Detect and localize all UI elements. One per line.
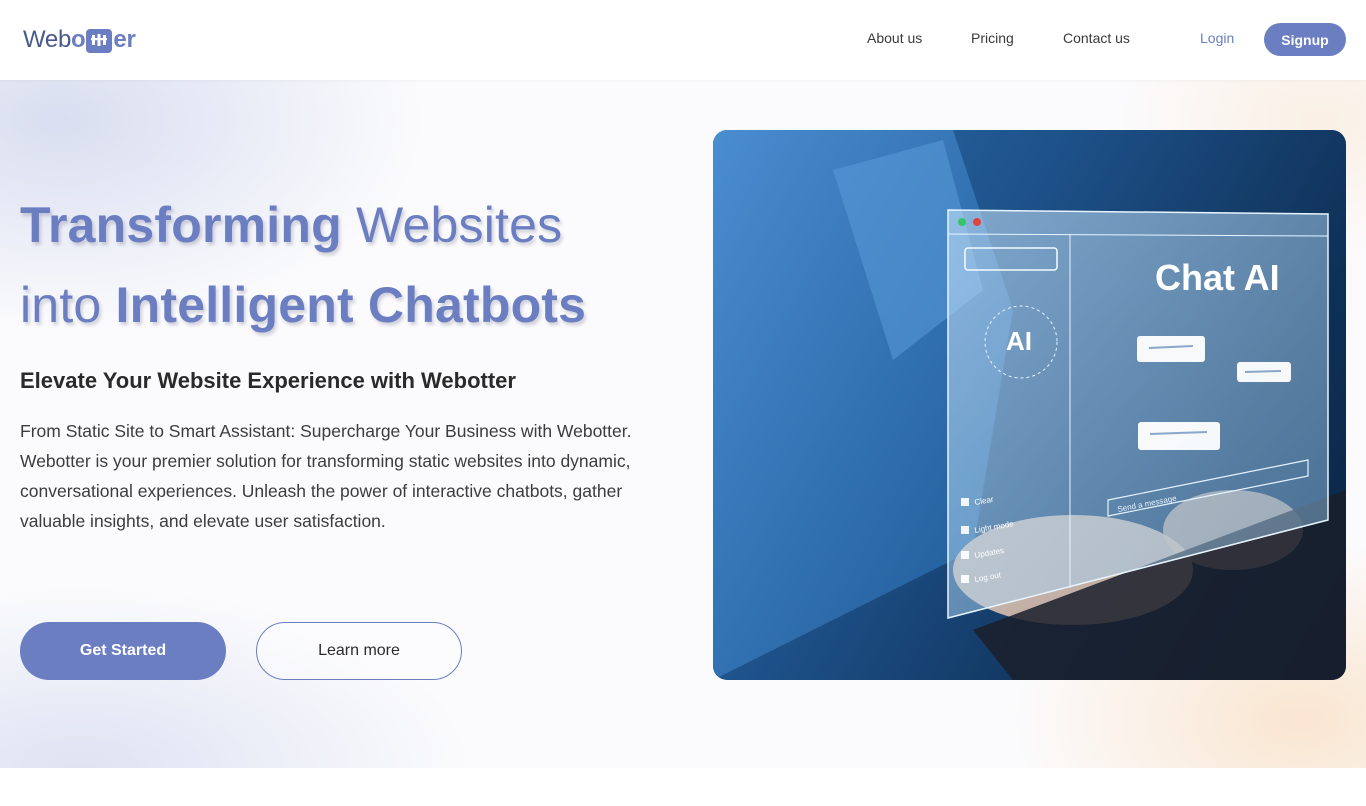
headline-part-chatbots: Intelligent Chatbots: [115, 277, 587, 333]
hero-image: Chat AI AI Send a message Clear Light mo…: [713, 130, 1346, 680]
learn-more-button[interactable]: Learn more: [256, 622, 462, 680]
logo-text-prefix: Web: [23, 26, 72, 53]
signup-button[interactable]: Signup: [1264, 23, 1346, 56]
nav-contact-link[interactable]: Contact us: [1063, 30, 1130, 46]
hero-section: Transforming Websites into Intelligent C…: [0, 80, 1366, 768]
logo-text-suffix: er: [113, 26, 136, 53]
hero-illustration: Chat AI AI Send a message Clear Light mo…: [713, 130, 1346, 680]
get-started-button[interactable]: Get Started: [20, 622, 226, 680]
logo-o: o: [71, 26, 86, 53]
logo-chat-icon: [86, 29, 113, 53]
nav-about-link[interactable]: About us: [867, 30, 922, 46]
headline-part-into: into: [20, 277, 102, 333]
headline-part-transforming: Transforming: [20, 197, 342, 253]
ai-label: AI: [1006, 326, 1032, 356]
headline-part-websites: Websites: [355, 197, 563, 253]
hero-headline: Transforming Websites into Intelligent C…: [20, 185, 586, 345]
login-link[interactable]: Login: [1200, 30, 1234, 46]
hero-description: From Static Site to Smart Assistant: Sup…: [20, 421, 632, 531]
hero-subheading: Elevate Your Website Experience with Web…: [20, 368, 516, 393]
logo[interactable]: Web o er: [23, 24, 136, 56]
nav-pricing-link[interactable]: Pricing: [971, 30, 1014, 46]
chat-ai-title: Chat AI: [1155, 257, 1280, 298]
site-header: Web o er About us Pricing Contact us Log…: [0, 0, 1366, 80]
